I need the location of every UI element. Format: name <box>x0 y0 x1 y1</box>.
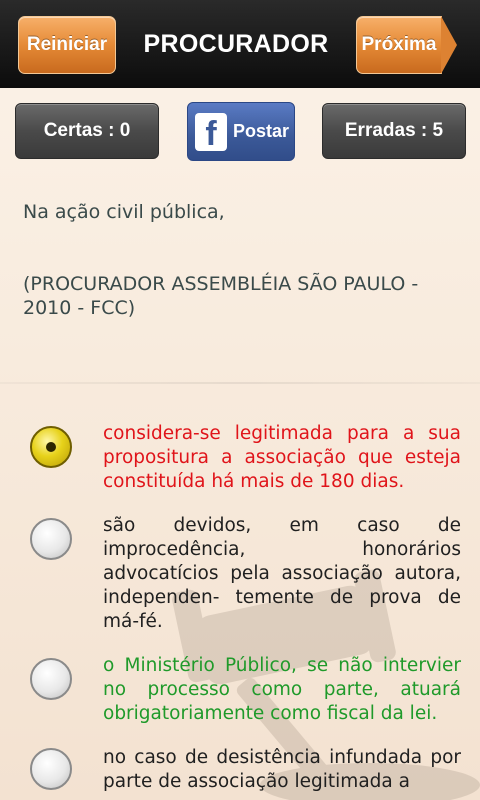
radio-button-icon[interactable] <box>30 748 72 790</box>
radio-button-icon[interactable] <box>30 426 72 468</box>
restart-button[interactable]: Reiniciar <box>18 16 116 74</box>
radio-button-icon[interactable] <box>30 518 72 560</box>
option-text: no caso de desistência infundada por par… <box>103 747 461 792</box>
share-label: Postar <box>233 121 290 141</box>
facebook-icon: f <box>195 112 227 151</box>
correct-count-badge: Certas : 0 <box>15 103 159 159</box>
radio-button-icon[interactable] <box>30 658 72 700</box>
divider <box>0 382 480 384</box>
option-text: considera-se legitimada para a sua propo… <box>103 423 461 492</box>
option-text: são devidos, em caso de improcedência, h… <box>103 515 461 632</box>
top-bar: Reiniciar PROCURADOR Próxima <box>0 0 480 88</box>
page-title: PROCURADOR <box>143 29 329 58</box>
wrong-count-badge: Erradas : 5 <box>322 103 466 159</box>
question-source: (PROCURADOR ASSEMBLÉIA SÃO PAULO - 2010 … <box>23 273 419 319</box>
question-text: Na ação civil pública, <box>23 201 225 223</box>
option-text: o Ministério Público, se não intervier n… <box>103 655 461 724</box>
next-button[interactable]: Próxima <box>356 16 457 74</box>
facebook-share-button[interactable]: f Postar <box>187 102 295 161</box>
